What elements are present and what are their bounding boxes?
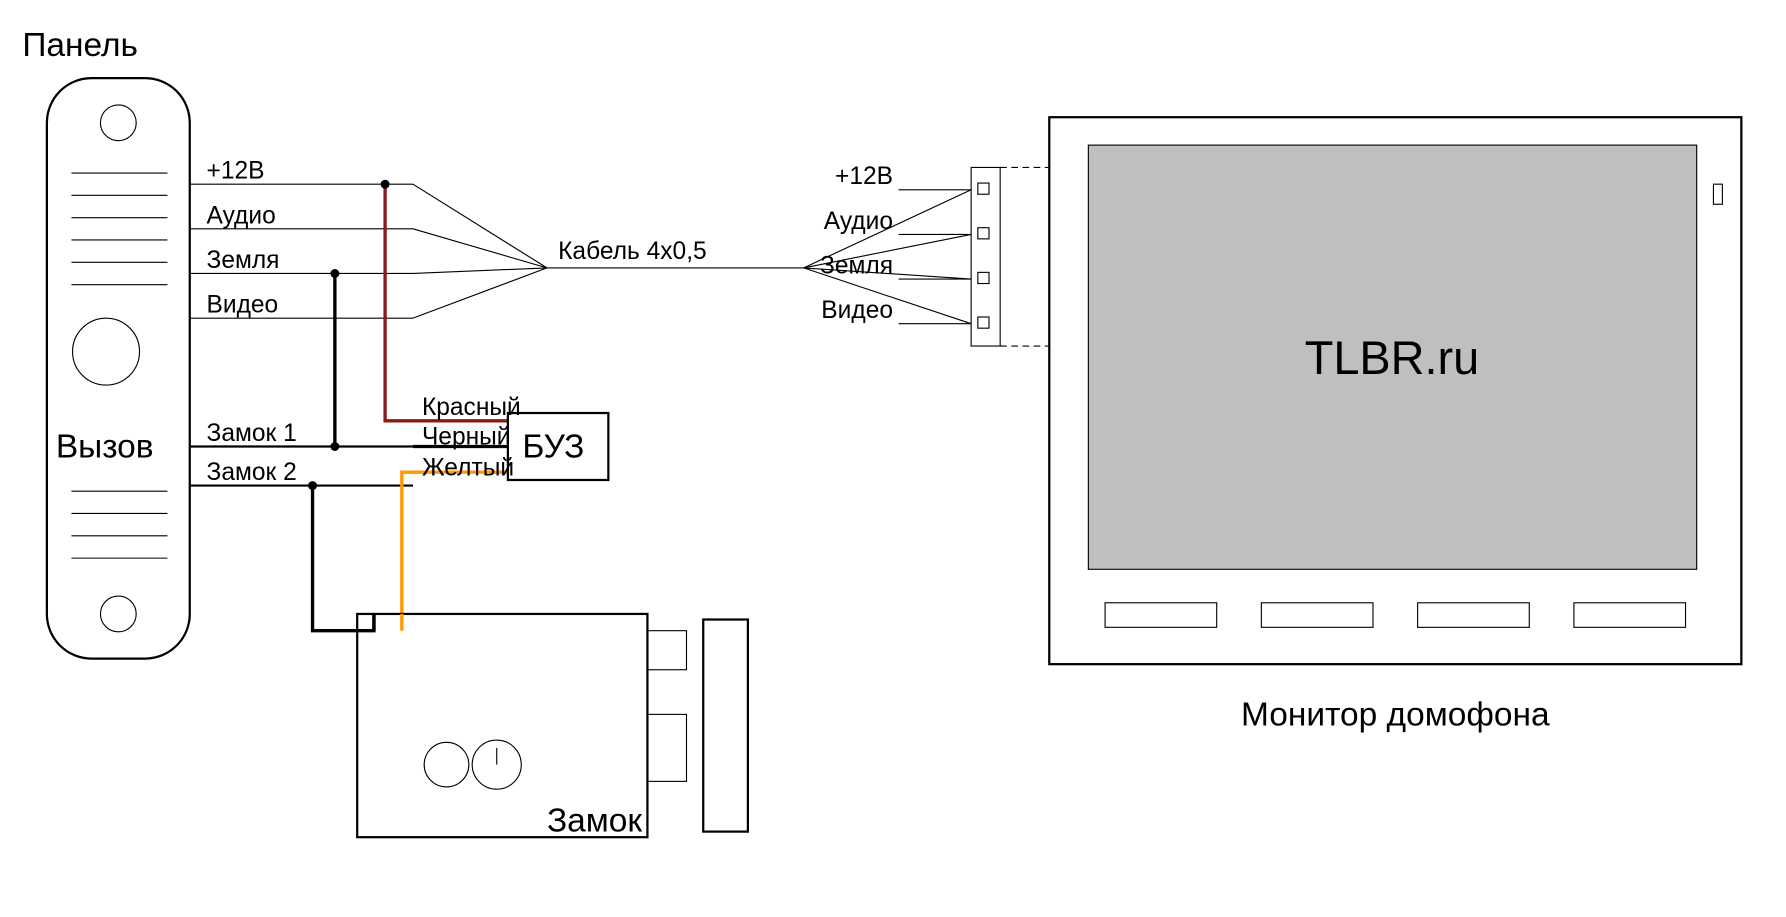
wire-black-label: Черный (422, 423, 511, 450)
wire-12v-label: +12В (207, 158, 265, 185)
lock-hole-icon (424, 742, 469, 787)
wire-lock2-label: Замок 2 (207, 459, 297, 486)
fan-left (413, 229, 547, 268)
wire-lock2-down (313, 486, 374, 631)
fan-left (413, 268, 547, 318)
term-video-label: Видео (821, 297, 893, 324)
wire-lock1-label: Замок 1 (207, 420, 297, 447)
lock-label: Замок (547, 803, 642, 840)
monitor-button (1418, 603, 1530, 628)
lock-bolt-top (647, 631, 686, 670)
wiring-diagram: Панель Вызов +12В Аудио Земля Видео Замо… (0, 0, 1786, 893)
wire-yellow-label: Желтый (422, 455, 514, 482)
wire-ground-label: Земля (207, 247, 280, 274)
panel-camera-icon (73, 318, 140, 385)
cable-label: Кабель 4x0,5 (558, 238, 707, 265)
wire-audio-label: Аудио (207, 202, 276, 229)
term-audio-label: Аудио (824, 208, 893, 235)
monitor-title: Монитор домофона (1241, 697, 1550, 734)
panel-title: Панель (22, 27, 138, 64)
wire-red-label: Красный (422, 394, 521, 421)
panel-body (47, 78, 190, 658)
buz-label: БУЗ (522, 429, 584, 466)
fan-left (413, 268, 547, 274)
lock-strike (703, 620, 748, 832)
panel-screw-bottom (100, 596, 136, 632)
monitor-screen-text: TLBR.ru (1305, 332, 1480, 384)
monitor-led-icon (1713, 184, 1722, 204)
monitor-button (1574, 603, 1686, 628)
panel-call-label: Вызов (56, 429, 154, 466)
term-ground-label: Земля (820, 252, 893, 279)
lock-bolt-bottom (647, 714, 686, 781)
term-12v-label: +12В (835, 163, 893, 190)
fan-left (413, 184, 547, 268)
monitor-button (1105, 603, 1217, 628)
monitor-button (1261, 603, 1373, 628)
wire-red (385, 184, 508, 421)
wire-video-label: Видео (207, 292, 279, 319)
panel-screw-top (100, 105, 136, 141)
wire-yellow (402, 472, 508, 614)
